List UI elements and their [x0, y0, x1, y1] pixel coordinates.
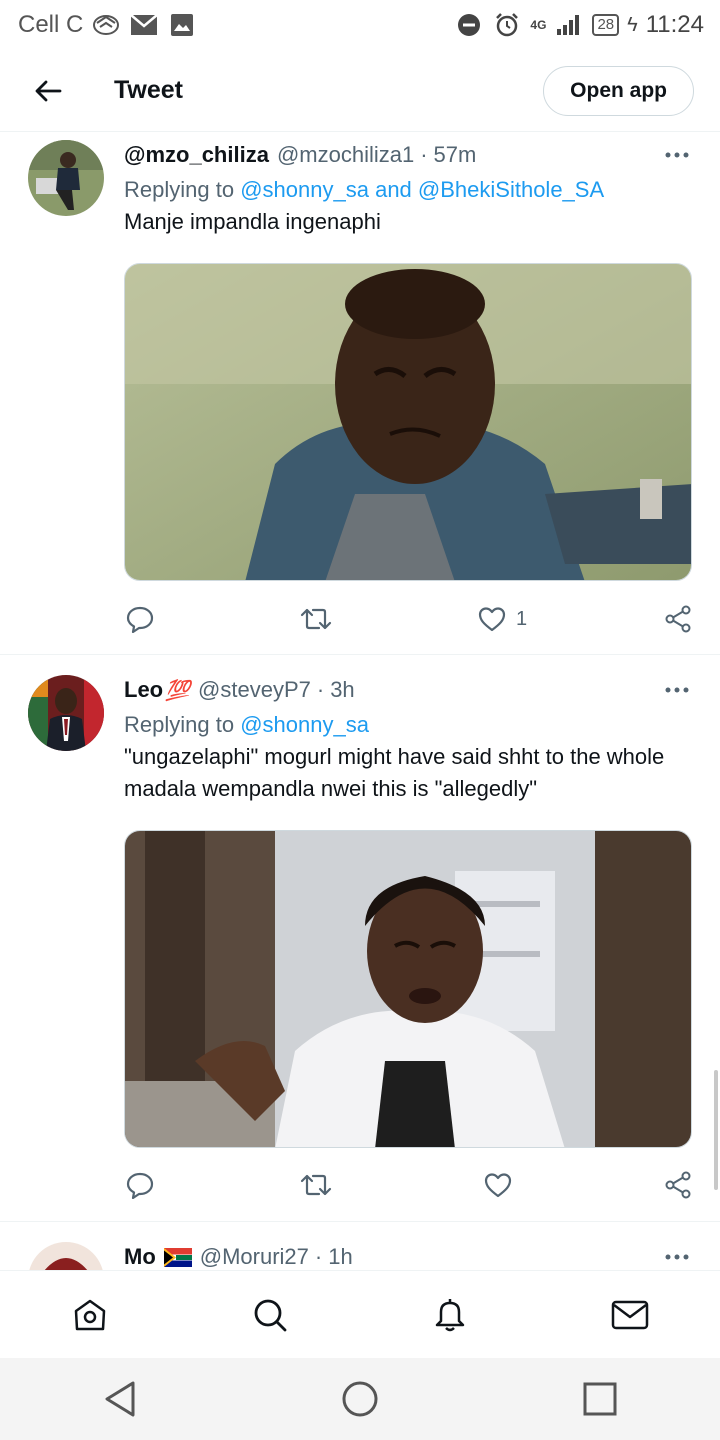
mention-link[interactable]: @shonny_sa — [240, 177, 369, 202]
tweet-reply[interactable]: Mo @Moruri27 · 1h — [0, 1223, 720, 1270]
share-button[interactable] — [664, 1167, 692, 1203]
alarm-icon — [492, 10, 522, 40]
retweet-button[interactable] — [300, 601, 332, 637]
share-button[interactable] — [664, 601, 692, 637]
avatar[interactable] — [28, 675, 104, 751]
mail-icon — [611, 1300, 649, 1329]
signal-icon — [554, 10, 584, 40]
network-type-label: 4G — [530, 18, 547, 32]
bell-icon — [435, 1298, 465, 1331]
like-button[interactable] — [484, 1167, 512, 1203]
system-home-button[interactable] — [320, 1359, 400, 1439]
status-bar: Cell C 4G 28 ϟ 11:24 — [0, 0, 720, 50]
avatar[interactable] — [28, 1242, 104, 1270]
mention-link[interactable]: @BhekiSithole_SA — [418, 177, 604, 202]
clock: 11:24 — [645, 11, 704, 38]
more-button[interactable] — [662, 675, 692, 705]
mention-joiner: and — [375, 177, 412, 202]
nav-search[interactable] — [230, 1275, 310, 1355]
author-handle[interactable]: @Moruri27 — [200, 1244, 309, 1270]
tweet-image[interactable] — [124, 263, 692, 581]
gmail-icon — [129, 10, 159, 40]
share-icon — [665, 1171, 691, 1199]
share-icon — [665, 605, 691, 633]
bottom-navigation — [0, 1270, 720, 1358]
system-back-button[interactable] — [80, 1359, 160, 1439]
back-button[interactable] — [18, 61, 78, 121]
carrier-label: Cell C — [18, 11, 84, 38]
nav-home[interactable] — [50, 1275, 130, 1355]
arrow-left-icon — [35, 80, 62, 101]
search-icon — [254, 1299, 287, 1331]
author-name[interactable]: Mo — [124, 1244, 156, 1270]
more-horizontal-icon — [665, 1254, 689, 1260]
tweet-actions — [124, 1167, 692, 1203]
separator-dot: · — [420, 142, 428, 167]
carrier-logo-icon — [91, 10, 121, 40]
charging-icon: ϟ — [627, 13, 638, 36]
replying-to: Replying to @shonny_sa — [124, 709, 692, 741]
more-button[interactable] — [662, 140, 692, 170]
tweet-reply[interactable]: Leo 💯 @steveyP7 · 3h Replying to @shonny… — [0, 656, 720, 1222]
like-button[interactable]: 1 — [478, 601, 527, 637]
gallery-icon — [167, 10, 197, 40]
tweet-header: Mo @Moruri27 · 1h — [124, 1242, 692, 1270]
author-handle[interactable]: @mzochiliza1 — [277, 142, 414, 168]
heart-icon — [484, 1173, 512, 1198]
separator-dot: · — [316, 677, 325, 702]
scrollbar[interactable] — [714, 1070, 718, 1190]
reply-icon — [126, 606, 154, 633]
battery-level: 28 — [592, 14, 620, 36]
more-horizontal-icon — [665, 687, 689, 693]
reply-button[interactable] — [126, 601, 154, 637]
tweet-time[interactable]: 57m — [434, 142, 477, 168]
author-name[interactable]: @mzo_chiliza — [124, 142, 269, 168]
page-title: Tweet — [114, 76, 183, 104]
south-africa-flag-icon — [163, 1247, 192, 1267]
tweet-header: Leo 💯 @steveyP7 · 3h — [124, 675, 692, 705]
circle-home-icon — [342, 1381, 378, 1417]
replying-prefix: Replying to — [124, 712, 235, 737]
system-recents-button[interactable] — [560, 1359, 640, 1439]
replying-to: Replying to @shonny_sa and @BhekiSithole… — [124, 174, 692, 206]
tweet-text: Manje impandla ingenaphi — [124, 209, 381, 234]
retweet-icon — [300, 608, 332, 630]
tweet-image[interactable] — [124, 830, 692, 1148]
like-count: 1 — [516, 607, 528, 630]
square-recents-icon — [583, 1382, 617, 1416]
nav-notifications[interactable] — [410, 1275, 490, 1355]
mention-link[interactable]: @shonny_sa — [240, 712, 369, 737]
author-handle[interactable]: @steveyP7 — [198, 677, 311, 703]
tweet-text: "ungazelaphi" mogurl might have said shh… — [124, 744, 665, 801]
do-not-disturb-icon — [454, 10, 484, 40]
avatar[interactable] — [28, 140, 104, 216]
heart-icon — [478, 607, 506, 632]
retweet-button[interactable] — [300, 1167, 332, 1203]
tweet-time[interactable]: 1h — [328, 1244, 352, 1270]
tweet-reply[interactable]: @mzo_chiliza @mzochiliza1 · 57m Replying… — [0, 133, 720, 655]
open-app-button[interactable]: Open app — [543, 65, 694, 116]
tweet-actions: 1 — [124, 601, 692, 637]
replying-prefix: Replying to — [124, 177, 235, 202]
triangle-back-icon — [105, 1381, 135, 1417]
app-header: Tweet Open app — [0, 50, 720, 132]
more-horizontal-icon — [665, 152, 689, 158]
tweet-time[interactable]: 3h — [330, 677, 354, 703]
hundred-points-emoji: 💯 — [165, 679, 191, 702]
reply-icon — [126, 1172, 154, 1199]
reply-button[interactable] — [126, 1167, 154, 1203]
home-icon — [74, 1299, 106, 1330]
nav-messages[interactable] — [590, 1275, 670, 1355]
tweet-header: @mzo_chiliza @mzochiliza1 · 57m — [124, 140, 692, 170]
system-navigation-bar — [0, 1358, 720, 1440]
retweet-icon — [300, 1174, 332, 1196]
separator-dot: · — [314, 1244, 323, 1269]
author-name[interactable]: Leo — [124, 677, 163, 703]
more-button[interactable] — [662, 1242, 692, 1270]
